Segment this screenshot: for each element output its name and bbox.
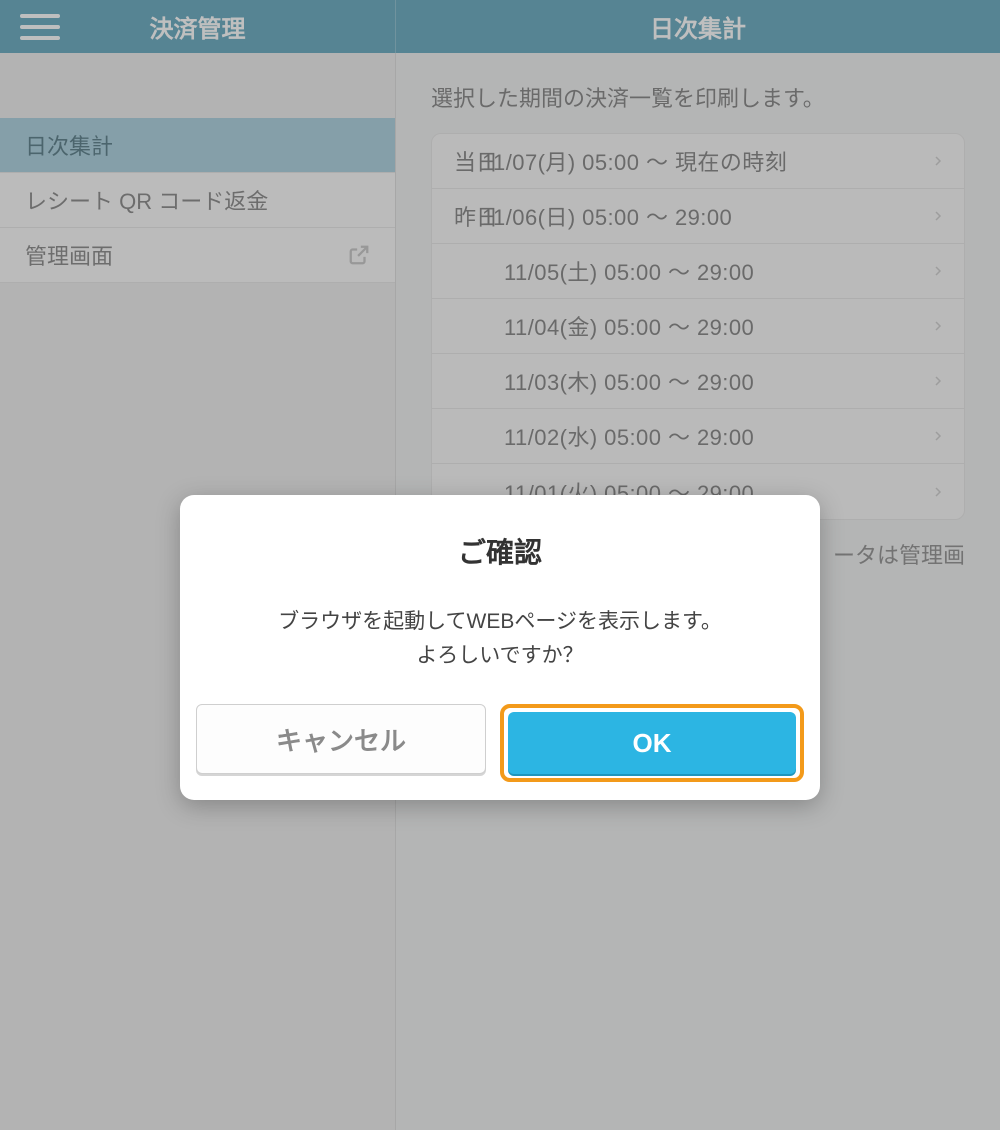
dialog-message-line: よろしいですか？ — [416, 644, 583, 667]
cancel-button-label: キャンセル — [276, 721, 406, 758]
ok-button[interactable]: OK — [508, 712, 796, 774]
cancel-button[interactable]: キャンセル — [196, 704, 486, 774]
ok-button-label: OK — [633, 728, 672, 759]
dialog-message-line: ブラウザを起動してWEBページを表示します。 — [278, 610, 722, 633]
confirm-dialog: ご確認 ブラウザを起動してWEBページを表示します。 よろしいですか？ キャンセ… — [180, 495, 820, 800]
dialog-message: ブラウザを起動してWEBページを表示します。 よろしいですか？ — [180, 605, 820, 672]
ok-button-highlight: OK — [500, 704, 804, 782]
dialog-title: ご確認 — [180, 531, 820, 571]
